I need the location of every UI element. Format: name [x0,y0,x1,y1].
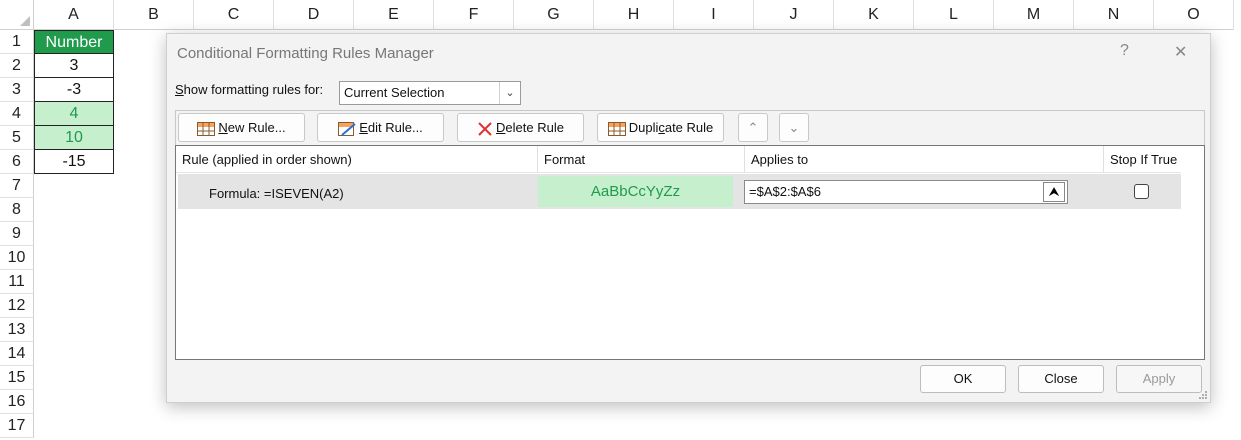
edit-rule-icon [338,121,356,136]
arrow-up-icon: ⮝ [1048,184,1060,199]
chevron-up-icon: ⌃ [747,120,759,135]
cell-A4[interactable]: 4 [34,102,114,126]
delete-x-icon [478,121,492,136]
column-header-A[interactable]: A [34,0,114,30]
new-rule-button[interactable]: New Rule... [178,113,305,142]
column-header-H[interactable]: H [594,0,674,30]
row-header-8[interactable]: 8 [0,198,34,222]
help-button[interactable]: ? [1120,42,1129,60]
cell-A3[interactable]: -3 [34,78,114,102]
row-header-15[interactable]: 15 [0,366,34,390]
column-header-B[interactable]: B [114,0,194,30]
row-header-6[interactable]: 6 [0,150,34,174]
row-header-12[interactable]: 12 [0,294,34,318]
column-header-C[interactable]: C [194,0,274,30]
select-all-corner[interactable] [0,0,34,30]
duplicate-rule-button[interactable]: Duplicate Rule [597,113,724,142]
rule-formula: Formula: =ISEVEN(A2) [209,186,344,201]
rules-toolbar: New Rule... Edit Rule... Delete Rule Dup… [175,110,1205,146]
delete-rule-button[interactable]: Delete Rule [457,113,584,142]
row-header-7[interactable]: 7 [0,174,34,198]
move-down-button[interactable]: ⌄ [779,113,809,142]
column-header-D[interactable]: D [274,0,354,30]
close-dialog-button[interactable]: ✕ [1174,42,1187,62]
column-header-O[interactable]: O [1154,0,1234,30]
row-header-1[interactable]: 1 [0,30,34,54]
column-header-N[interactable]: N [1074,0,1154,30]
show-rules-label: Show formatting rules for: [175,82,324,97]
collapse-range-button[interactable]: ⮝ [1043,182,1065,202]
apply-button[interactable]: Apply [1116,365,1202,393]
show-rules-select[interactable]: Current Selection ⌄ [339,81,521,105]
format-preview: AaBbCcYyZz [538,176,733,207]
resize-grip-icon[interactable] [1198,390,1208,400]
stop-if-true-column-header: Stop If True [1104,146,1181,173]
row-header-17[interactable]: 17 [0,414,34,438]
row-header-13[interactable]: 13 [0,318,34,342]
show-rules-value: Current Selection [344,85,445,100]
column-header-I[interactable]: I [674,0,754,30]
move-up-button[interactable]: ⌃ [738,113,768,142]
cell-A5[interactable]: 10 [34,126,114,150]
column-header-L[interactable]: L [914,0,994,30]
column-header-J[interactable]: J [754,0,834,30]
new-rule-icon [197,121,216,136]
rule-column-header: Rule (applied in order shown) [176,146,538,173]
format-column-header: Format [538,146,745,173]
column-header-F[interactable]: F [434,0,514,30]
edit-rule-button[interactable]: Edit Rule... [317,113,444,142]
applies-to-column-header: Applies to [745,146,1104,173]
chevron-down-icon[interactable]: ⌄ [499,82,520,104]
close-button[interactable]: Close [1018,365,1104,393]
rules-list: Rule (applied in order shown) Format App… [175,145,1205,360]
row-header-4[interactable]: 4 [0,102,34,126]
applies-to-value: =$A$2:$A$6 [749,184,821,199]
column-header-E[interactable]: E [354,0,434,30]
row-header-11[interactable]: 11 [0,270,34,294]
stop-if-true-checkbox[interactable] [1134,184,1149,199]
chevron-down-icon: ⌄ [788,120,800,135]
column-header-M[interactable]: M [994,0,1074,30]
duplicate-rule-icon [607,121,626,136]
dialog-title: Conditional Formatting Rules Manager [177,45,434,62]
row-header-2[interactable]: 2 [0,54,34,78]
column-header-K[interactable]: K [834,0,914,30]
cell-A6[interactable]: -15 [34,150,114,174]
row-header-14[interactable]: 14 [0,342,34,366]
row-header-3[interactable]: 3 [0,78,34,102]
row-header-5[interactable]: 5 [0,126,34,150]
applies-to-input[interactable]: =$A$2:$A$6 ⮝ [744,180,1068,204]
cell-A2[interactable]: 3 [34,54,114,78]
column-header-G[interactable]: G [514,0,594,30]
ok-button[interactable]: OK [920,365,1006,393]
cell-A1[interactable]: Number [34,30,114,54]
rules-manager-dialog: Conditional Formatting Rules Manager ? ✕… [166,33,1211,403]
row-header-9[interactable]: 9 [0,222,34,246]
row-header-10[interactable]: 10 [0,246,34,270]
row-header-16[interactable]: 16 [0,390,34,414]
